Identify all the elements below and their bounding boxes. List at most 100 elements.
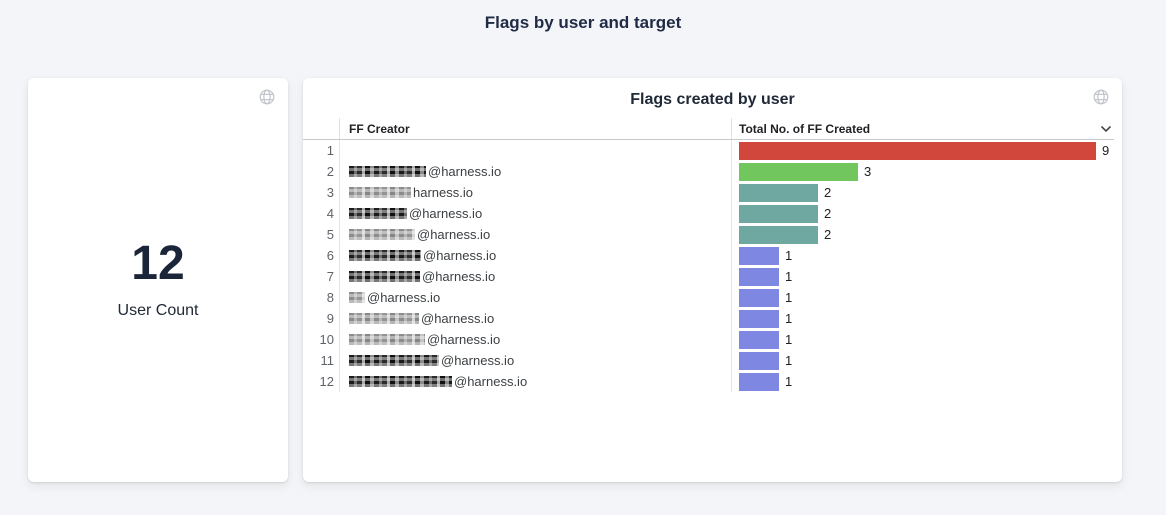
dashboard-cards: 12 User Count Flags created by user FF C… [28,78,1138,482]
redacted-text [349,271,420,282]
redacted-text [349,292,365,303]
bar-value-label: 1 [785,269,792,284]
redacted-text [349,334,425,345]
bar-value-label: 2 [824,185,831,200]
bar-cell[interactable]: 2 [731,182,1122,203]
chevron-down-icon[interactable] [1100,125,1112,133]
bar [739,142,1096,160]
creator-cell: @harness.io [339,371,731,392]
email-suffix: @harness.io [423,248,496,263]
redacted-text [349,229,415,240]
row-index: 3 [303,182,339,203]
email-suffix: @harness.io [427,332,500,347]
redacted-text [349,250,421,261]
creator-cell: harness.io [339,182,731,203]
bar-cell[interactable]: 1 [731,308,1122,329]
creator-cell: @harness.io [339,245,731,266]
header-ff-creator[interactable]: FF Creator [339,118,731,139]
bar [739,352,779,370]
page-title: Flags by user and target [0,0,1166,33]
creator-cell: @harness.io [339,161,731,182]
bar-cell[interactable]: 2 [731,203,1122,224]
row-index: 2 [303,161,339,182]
user-count-label: User Count [118,302,199,320]
creator-cell: @harness.io [339,329,731,350]
table-body: 1 9 2 @harness.io 3 3 harness.io 2 4 @ [303,140,1122,392]
redacted-text [349,187,411,198]
header-ff-creator-label: FF Creator [349,122,410,136]
bar-cell[interactable]: 3 [731,161,1122,182]
redacted-text [349,313,419,324]
bar-value-label: 1 [785,311,792,326]
bar-value-label: 1 [785,332,792,347]
bar-cell[interactable]: 9 [731,140,1122,161]
bar-value-label: 1 [785,290,792,305]
bar-value-label: 2 [824,206,831,221]
redacted-text [349,355,439,366]
bar [739,373,779,391]
creator-cell: @harness.io [339,224,731,245]
bar-cell[interactable]: 1 [731,266,1122,287]
header-total-ff-created[interactable]: Total No. of FF Created [731,118,1114,139]
flags-table: FF Creator Total No. of FF Created 1 9 [303,118,1122,392]
bar [739,268,779,286]
row-index: 7 [303,266,339,287]
card-title: Flags created by user [303,78,1122,109]
creator-cell: @harness.io [339,308,731,329]
bar [739,184,818,202]
table-row: 9 @harness.io 1 [303,308,1122,329]
row-index: 5 [303,224,339,245]
table-row: 5 @harness.io 2 [303,224,1122,245]
row-index: 8 [303,287,339,308]
bar-cell[interactable]: 1 [731,287,1122,308]
redacted-text [349,166,426,177]
email-suffix: harness.io [413,185,473,200]
creator-cell: @harness.io [339,203,731,224]
bar [739,226,818,244]
email-suffix: @harness.io [367,290,440,305]
header-total-label: Total No. of FF Created [739,122,870,136]
bar [739,310,779,328]
email-suffix: @harness.io [454,374,527,389]
email-suffix: @harness.io [409,206,482,221]
email-suffix: @harness.io [428,164,501,179]
bar [739,289,779,307]
user-count-value: 12 [131,240,184,288]
table-row: 12 @harness.io 1 [303,371,1122,392]
email-suffix: @harness.io [417,227,490,242]
row-index: 1 [303,140,339,161]
bar-value-label: 9 [1102,143,1109,158]
email-suffix: @harness.io [421,311,494,326]
bar-value-label: 2 [824,227,831,242]
creator-cell [339,140,731,161]
bar-cell[interactable]: 2 [731,224,1122,245]
bar-value-label: 1 [785,353,792,368]
creator-cell: @harness.io [339,350,731,371]
bar-value-label: 1 [785,374,792,389]
user-count-card: 12 User Count [28,78,288,482]
creator-cell: @harness.io [339,287,731,308]
globe-icon[interactable] [1092,88,1110,106]
email-suffix: @harness.io [441,353,514,368]
row-index: 10 [303,329,339,350]
row-index: 4 [303,203,339,224]
table-header: FF Creator Total No. of FF Created [303,118,1114,140]
table-row: 2 @harness.io 3 [303,161,1122,182]
table-row: 4 @harness.io 2 [303,203,1122,224]
email-suffix: @harness.io [422,269,495,284]
bar-cell[interactable]: 1 [731,350,1122,371]
bar [739,247,779,265]
row-index: 11 [303,350,339,371]
row-index: 6 [303,245,339,266]
flags-created-card: Flags created by user FF Creator Total N… [303,78,1122,482]
bar-cell[interactable]: 1 [731,245,1122,266]
redacted-text [349,376,452,387]
globe-icon[interactable] [258,88,276,106]
bar-value-label: 1 [785,248,792,263]
table-row: 6 @harness.io 1 [303,245,1122,266]
row-index: 9 [303,308,339,329]
bar-cell[interactable]: 1 [731,329,1122,350]
bar-cell[interactable]: 1 [731,371,1122,392]
table-row: 11 @harness.io 1 [303,350,1122,371]
table-row: 8 @harness.io 1 [303,287,1122,308]
